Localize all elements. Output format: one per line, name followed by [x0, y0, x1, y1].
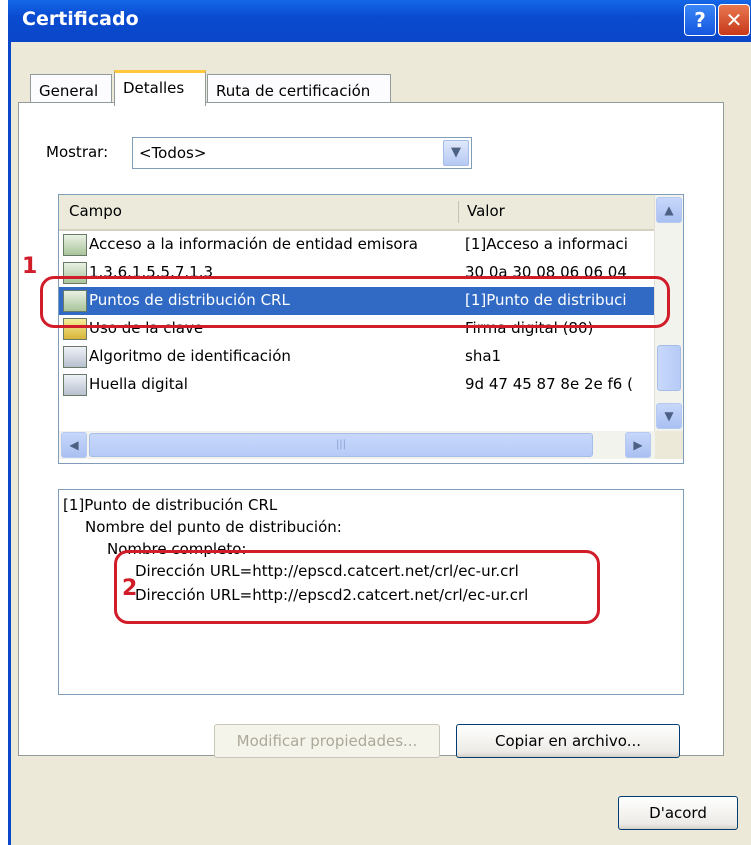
certificate-field-icon [63, 374, 87, 396]
annotation-number-2: 2 [122, 576, 138, 601]
field-name: Algoritmo de identificación [89, 347, 291, 365]
annotation-box-1 [40, 276, 670, 328]
copy-to-file-button[interactable]: Copiar en archivo... [456, 724, 680, 758]
column-header-field[interactable]: Campo [69, 202, 122, 220]
show-select[interactable]: <Todos> ▼ [132, 137, 472, 169]
field-name: Acceso a la información de entidad emiso… [89, 235, 418, 253]
field-value: [1]Acceso a informaci [465, 235, 628, 253]
fields-list[interactable]: Campo Valor Acceso a la información de e… [58, 194, 684, 464]
column-divider[interactable] [458, 201, 459, 223]
help-button[interactable]: ? [684, 4, 716, 36]
detail-line: [1]Punto de distribución CRL [63, 496, 278, 514]
annotation-box-2 [114, 550, 600, 624]
modify-properties-button[interactable]: Modificar propiedades... [214, 724, 440, 758]
horizontal-scroll-thumb[interactable]: ||| [89, 433, 593, 457]
scroll-left-icon[interactable]: ◀ [61, 432, 87, 458]
detail-line: Nombre del punto de distribución: [85, 518, 342, 536]
title-bar[interactable]: Certificado ? ✕ [8, 0, 751, 42]
show-select-value: <Todos> [139, 144, 207, 162]
scroll-up-icon[interactable]: ▲ [656, 197, 682, 223]
scroll-corner [655, 431, 683, 459]
certificate-window: Certificado ? ✕ General Detalles Ruta de… [0, 0, 751, 845]
certificate-field-icon [63, 346, 87, 368]
close-button[interactable]: ✕ [718, 4, 750, 36]
show-label: Mostrar: [46, 143, 109, 161]
scroll-right-icon[interactable]: ▶ [625, 432, 651, 458]
extension-icon [63, 234, 87, 256]
annotation-number-1: 1 [22, 254, 38, 279]
scroll-down-icon[interactable]: ▼ [656, 403, 682, 429]
window-title: Certificado [22, 8, 139, 30]
tab-details[interactable]: Detalles [114, 70, 206, 106]
field-value: sha1 [465, 347, 502, 365]
field-name: Huella digital [89, 375, 188, 393]
horizontal-scrollbar[interactable]: ◀ ||| ▶ [59, 431, 655, 459]
chevron-down-icon[interactable]: ▼ [443, 140, 469, 166]
vertical-scroll-thumb[interactable] [657, 345, 681, 391]
list-item[interactable]: Algoritmo de identificación sha1 [59, 343, 655, 371]
ok-button[interactable]: D'acord [618, 796, 738, 830]
list-item[interactable]: Acceso a la información de entidad emiso… [59, 231, 655, 259]
column-header-value[interactable]: Valor [467, 202, 505, 220]
list-header: Campo Valor [59, 195, 655, 231]
field-value: 9d 47 45 87 8e 2e f6 ( [465, 375, 633, 393]
list-item[interactable]: Huella digital 9d 47 45 87 8e 2e f6 ( [59, 371, 655, 399]
